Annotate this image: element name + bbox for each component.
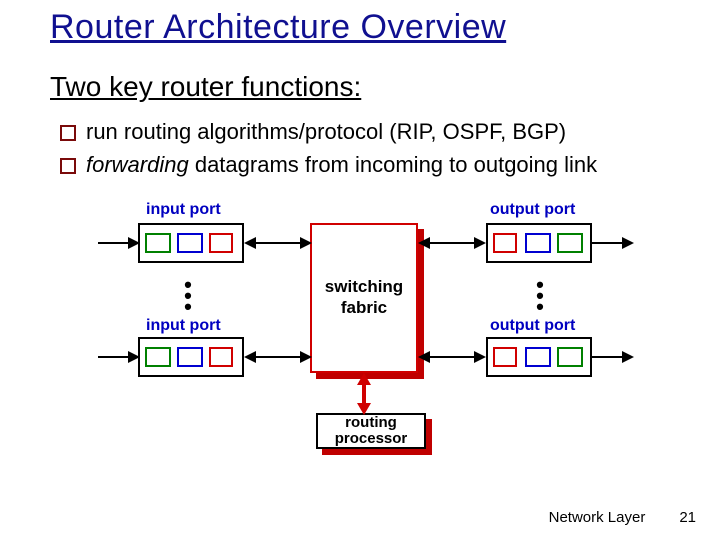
- arrow-line: [98, 242, 130, 244]
- slide-footer: Network Layer 21: [549, 509, 696, 526]
- port-stage-icon: [177, 233, 203, 253]
- vertical-dots-icon: •••: [178, 281, 198, 314]
- arrow-head-icon: [622, 351, 634, 363]
- arrow-head-icon: [474, 237, 486, 249]
- input-port-label: input port: [146, 201, 221, 219]
- footer-page-number: 21: [679, 509, 696, 526]
- port-stage-icon: [209, 347, 233, 367]
- arrow-line: [254, 242, 302, 244]
- slide-title: Router Architecture Overview: [50, 8, 686, 47]
- arrow-line-vertical: [362, 383, 366, 405]
- routing-processor-label: routingprocessor: [335, 415, 408, 447]
- port-stage-icon: [525, 233, 551, 253]
- arrow-line: [592, 356, 624, 358]
- arrow-line: [428, 242, 476, 244]
- port-stage-icon: [177, 347, 203, 367]
- bullet-icon: [60, 125, 76, 141]
- input-port-box: [138, 337, 244, 377]
- bullet-item: run routing algorithms/protocol (RIP, OS…: [60, 117, 686, 148]
- input-port-box: [138, 223, 244, 263]
- footer-section: Network Layer: [549, 509, 646, 526]
- arrow-head-icon: [300, 351, 312, 363]
- port-stage-icon: [525, 347, 551, 367]
- arrow-head-icon: [474, 351, 486, 363]
- port-stage-icon: [145, 233, 171, 253]
- port-stage-icon: [493, 233, 517, 253]
- switching-fabric-box: switchingfabric: [310, 223, 418, 373]
- slide: Router Architecture Overview Two key rou…: [0, 0, 720, 540]
- arrow-line: [98, 356, 130, 358]
- input-port-label: input port: [146, 317, 221, 335]
- arrow-line: [428, 356, 476, 358]
- port-stage-icon: [209, 233, 233, 253]
- bullet-list: run routing algorithms/protocol (RIP, OS…: [60, 117, 686, 181]
- vertical-dots-icon: •••: [530, 281, 550, 314]
- port-stage-icon: [557, 347, 583, 367]
- output-port-box: [486, 337, 592, 377]
- router-diagram: input port input port output port output…: [98, 195, 638, 455]
- bullet-rest: datagrams from incoming to outgoing link: [189, 152, 597, 177]
- routing-processor-box: routingprocessor: [316, 413, 426, 449]
- output-port-box: [486, 223, 592, 263]
- port-stage-icon: [493, 347, 517, 367]
- output-port-label: output port: [490, 201, 575, 219]
- bullet-icon: [60, 158, 76, 174]
- arrow-head-down-icon: [357, 403, 371, 415]
- arrow-head-icon: [622, 237, 634, 249]
- switching-fabric-label: switchingfabric: [325, 277, 403, 318]
- arrow-head-icon: [300, 237, 312, 249]
- bullet-text: forwarding datagrams from incoming to ou…: [86, 150, 686, 181]
- output-port-label: output port: [490, 317, 575, 335]
- port-stage-icon: [145, 347, 171, 367]
- bullet-italic: forwarding: [86, 152, 189, 177]
- arrow-line: [592, 242, 624, 244]
- arrow-line: [254, 356, 302, 358]
- bullet-text: run routing algorithms/protocol (RIP, OS…: [86, 117, 686, 148]
- slide-subtitle: Two key router functions:: [50, 71, 686, 103]
- bullet-item: forwarding datagrams from incoming to ou…: [60, 150, 686, 181]
- port-stage-icon: [557, 233, 583, 253]
